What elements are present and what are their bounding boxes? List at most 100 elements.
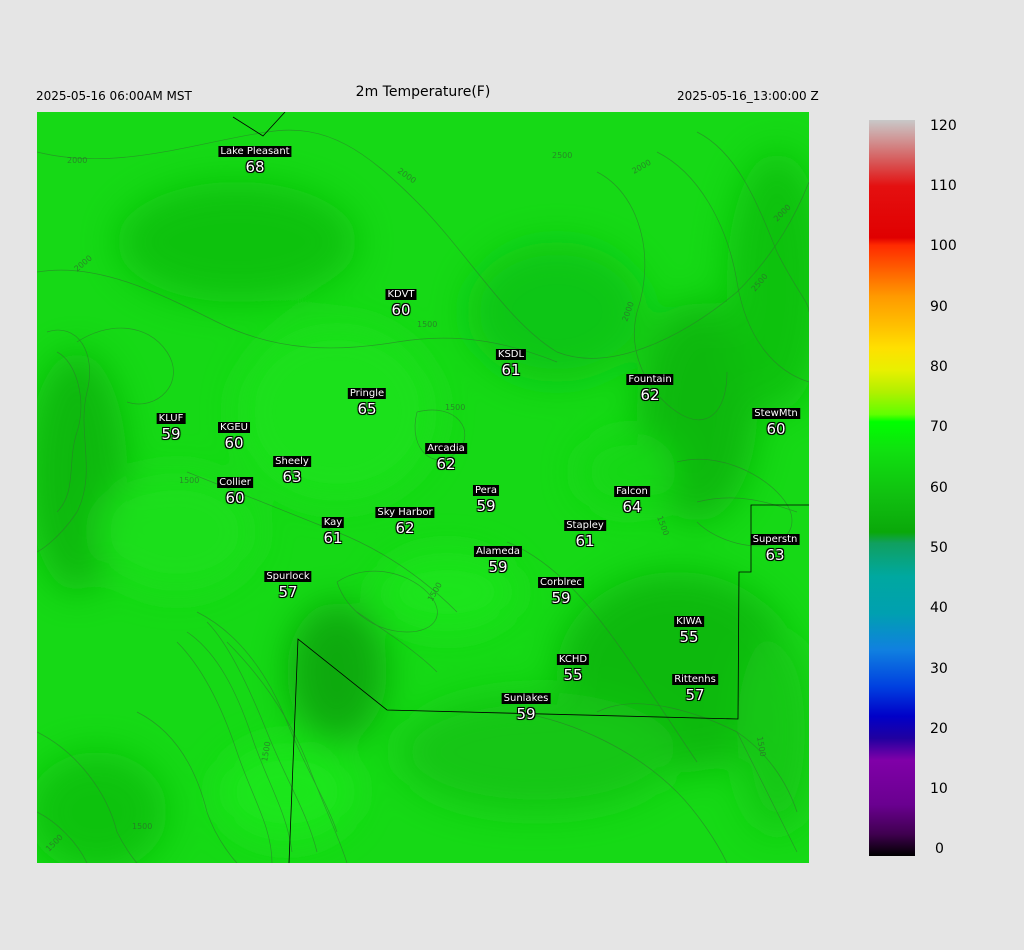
contour-label: 2500	[552, 151, 572, 160]
station-name: KCHD	[556, 654, 590, 665]
station-name: Spurlock	[264, 571, 312, 582]
station-name: Alameda	[473, 546, 523, 557]
station-falcon: Falcon 64	[614, 479, 650, 515]
colorbar-tick: 20	[930, 721, 948, 737]
station-sheely: Sheely 63	[273, 449, 311, 485]
station-temperature: 60	[766, 420, 786, 438]
colorbar-tick: 30	[930, 661, 948, 677]
station-temperature: 64	[622, 498, 642, 516]
station-sunlakes: Sunlakes 59	[501, 686, 551, 723]
colorbar-tick: 10	[930, 781, 948, 797]
station-temperature: 57	[278, 583, 298, 601]
contour-label: 2000	[73, 254, 94, 274]
station-temperature: 59	[551, 589, 571, 607]
station-kluf: KLUF 59	[156, 406, 186, 443]
station-kgeu: KGEU 60	[218, 415, 250, 451]
station-kay: Kay 61	[321, 510, 345, 547]
station-fountain: Fountain 62	[626, 367, 674, 404]
station-name: Collier	[217, 477, 253, 488]
station-name: Sky Harbor	[375, 507, 435, 518]
station-kchd: KCHD 55	[556, 647, 590, 684]
station-temperature: 57	[685, 686, 705, 704]
station-rittenhs: Rittenhs 57	[672, 667, 718, 703]
colorbar-tick: 120	[930, 118, 957, 134]
colorbar-tick: 40	[930, 600, 948, 616]
station-temperature: 63	[765, 546, 785, 564]
contour-label: 2000	[396, 166, 418, 185]
station-name: Sunlakes	[501, 693, 551, 704]
station-temperature: 59	[161, 425, 181, 443]
station-temperature: 59	[476, 497, 496, 515]
station-temperature: 62	[640, 386, 660, 404]
station-temperature: 61	[323, 529, 343, 547]
station-name: Arcadia	[425, 443, 467, 454]
utc-time-label: 2025-05-16_13:00:00 Z	[677, 89, 819, 103]
station-name: StewMtn	[752, 408, 800, 419]
contour-label: 1500	[132, 822, 152, 831]
station-temperature: 62	[436, 455, 456, 473]
station-name: KSDL	[495, 349, 527, 360]
station-name: Stapley	[564, 520, 606, 531]
station-kiwa: KIWA 55	[674, 609, 704, 645]
colorbar-tick: 0	[935, 841, 944, 857]
station-name: Corblrec	[538, 577, 584, 588]
station-temperature: 61	[501, 361, 521, 379]
colorbar	[869, 120, 915, 856]
boundary-north	[232, 112, 286, 137]
station-superstn: Superstn 63	[750, 527, 800, 564]
station-name: Lake Pleasant	[218, 146, 292, 157]
station-name: Pringle	[347, 388, 387, 399]
temperature-map: 2000 2000 2500 2000 2000 1500 2000 1500 …	[37, 112, 809, 863]
station-kdvt: KDVT 60	[385, 282, 417, 319]
colorbar-tick: 50	[930, 540, 948, 556]
contour-label: 1500	[179, 476, 199, 485]
station-collier: Collier 60	[217, 470, 253, 506]
station-temperature: 59	[516, 705, 536, 723]
station-name: Sheely	[273, 456, 311, 467]
colorbar-tick: 110	[930, 178, 957, 194]
station-name: KGEU	[218, 422, 250, 433]
contour-label: 1500	[655, 515, 670, 537]
station-name: Pera	[472, 485, 500, 496]
station-temperature: 62	[395, 519, 415, 537]
station-stewmtn: StewMtn 60	[752, 401, 800, 437]
station-name: Falcon	[614, 486, 650, 497]
station-temperature: 60	[225, 489, 245, 507]
station-temperature: 68	[245, 158, 265, 176]
station-temperature: 63	[282, 468, 302, 486]
contour-label: 1500	[445, 403, 465, 412]
station-temperature: 60	[224, 434, 244, 452]
station-pera: Pera 59	[472, 478, 500, 515]
station-alameda: Alameda 59	[473, 539, 523, 576]
station-name: Fountain	[626, 374, 674, 385]
station-corblrec: Corblrec 59	[538, 570, 584, 606]
station-name: KLUF	[156, 413, 186, 424]
station-temperature: 60	[391, 301, 411, 319]
station-arcadia: Arcadia 62	[425, 436, 467, 472]
contour-label: 2000	[631, 158, 653, 176]
station-stapley: Stapley 61	[564, 513, 606, 549]
station-name: Superstn	[750, 534, 800, 545]
colorbar-tick: 70	[930, 419, 948, 435]
colorbar-tick: 90	[930, 299, 948, 315]
station-name: Rittenhs	[672, 674, 718, 685]
colorbar-tick: 60	[930, 480, 948, 496]
station-temperature: 59	[488, 558, 508, 576]
terrain-layer: 2000 2000 2500 2000 2000 1500 2000 1500 …	[37, 112, 809, 863]
station-name: Kay	[321, 517, 345, 528]
station-pringle: Pringle 65	[347, 381, 387, 418]
station-temperature: 55	[679, 628, 699, 646]
station-temperature: 55	[563, 666, 583, 684]
station-spurlock: Spurlock 57	[264, 564, 312, 601]
station-name: KDVT	[385, 289, 417, 300]
colorbar-tick: 100	[930, 238, 957, 254]
station-temperature: 61	[575, 532, 595, 550]
colorbar-tick: 80	[930, 359, 948, 375]
contour-label: 1500	[417, 320, 437, 329]
contour-label: 2000	[67, 156, 87, 165]
station-ksdl: KSDL 61	[495, 342, 527, 379]
station-sky-harbor: Sky Harbor 62	[375, 500, 435, 537]
station-name: KIWA	[674, 616, 704, 627]
station-lake-pleasant: Lake Pleasant 68	[218, 139, 292, 176]
station-temperature: 65	[357, 400, 377, 418]
